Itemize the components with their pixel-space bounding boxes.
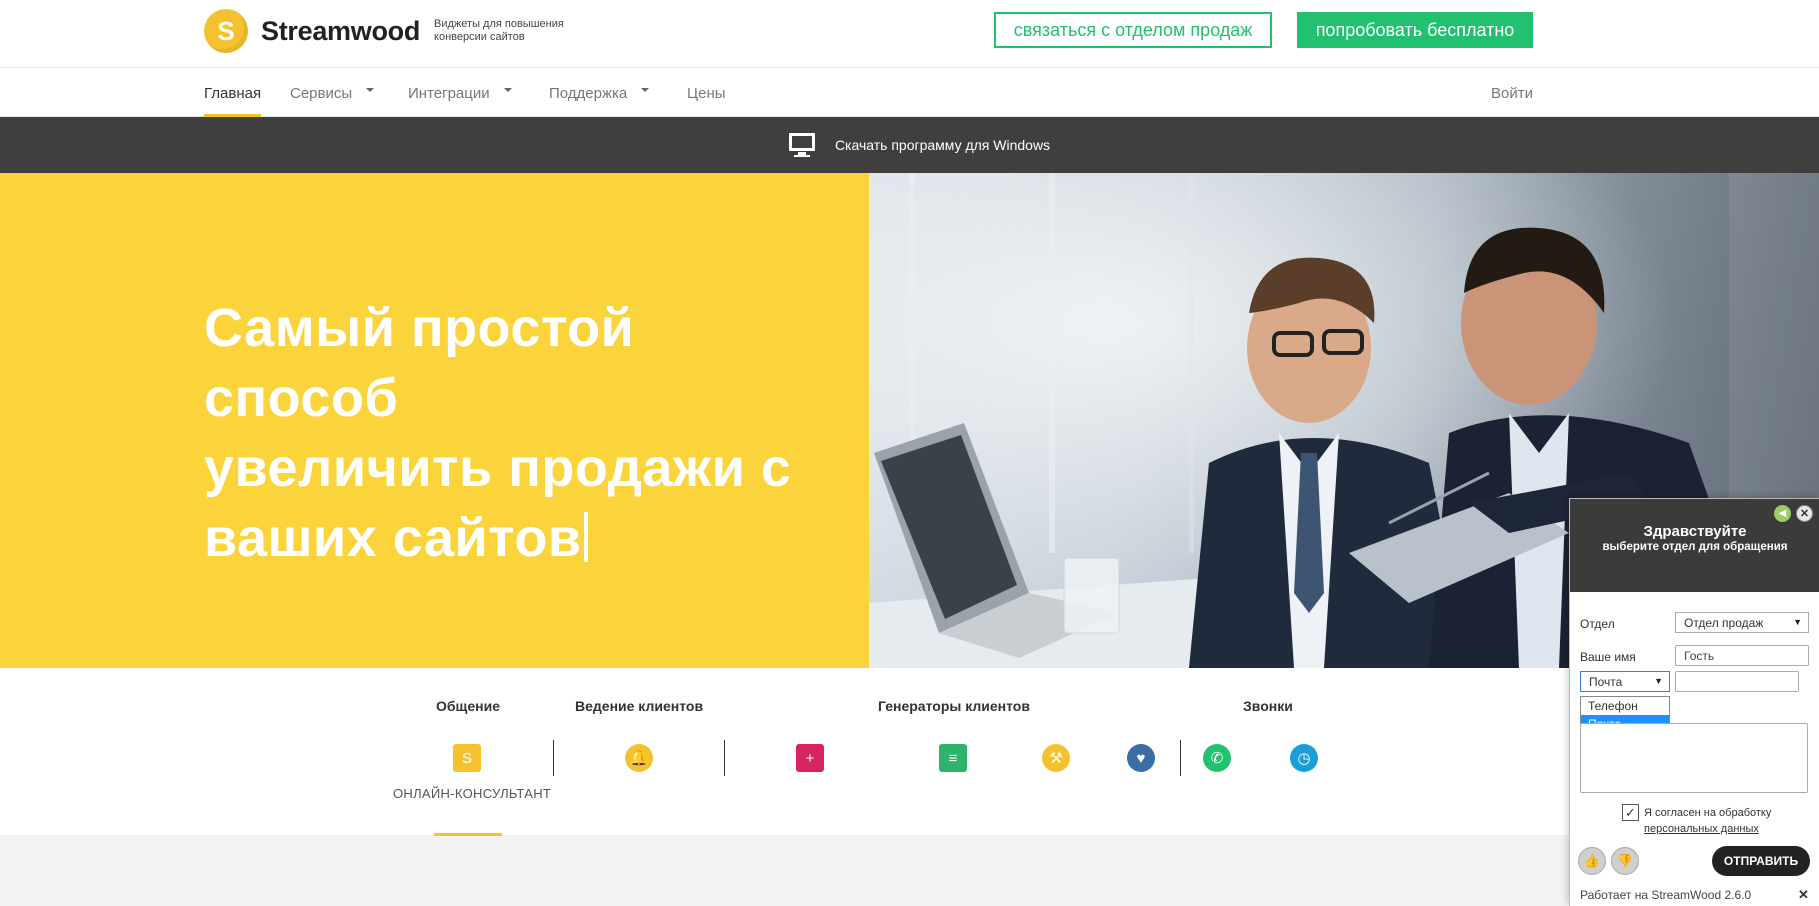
category-client-management[interactable]: Ведение клиентов <box>575 698 703 714</box>
dept-label: Отдел <box>1580 617 1615 631</box>
widget-footer: Работает на StreamWood 2.6.0 <box>1580 888 1752 902</box>
widget-header: Здравствуйте выберите отдел для обращени… <box>1570 499 1819 592</box>
divider <box>724 740 725 776</box>
send-button[interactable]: ОТПРАВИТЬ <box>1712 846 1810 876</box>
thumbs-up-icon[interactable]: 👍 <box>1578 847 1606 875</box>
contact-type-value: Почта <box>1589 674 1623 689</box>
brand-tagline: Виджеты для повышения конверсии сайтов <box>434 18 564 43</box>
dept-value: Отдел продаж <box>1684 615 1764 630</box>
nav-item-services[interactable]: Сервисы <box>290 69 375 117</box>
hero-title-line: ваших сайтов <box>204 508 582 568</box>
nav-label: Сервисы <box>290 84 353 102</box>
divider <box>1180 740 1181 776</box>
category-calls[interactable]: Звонки <box>1243 698 1293 714</box>
nav-label: Интеграции <box>408 84 490 102</box>
call-timer-icon[interactable]: ◷ <box>1290 744 1318 772</box>
hero-panel: Самый простой способ увеличить продажи с… <box>0 173 869 668</box>
caret-down-icon <box>366 88 375 92</box>
heart-icon[interactable]: ♥ <box>1127 744 1155 772</box>
chevron-down-icon: ▼ <box>1654 676 1663 686</box>
icon-glyph: ✆ <box>1210 750 1224 767</box>
consent-label: Я согласен на обработку <box>1644 807 1772 819</box>
close-icon[interactable]: ✕ <box>1798 887 1809 903</box>
feature-strip: Общение Ведение клиентов Генераторы клие… <box>0 668 1819 835</box>
name-value: Гость <box>1684 648 1715 663</box>
widget-title: Здравствуйте <box>1643 523 1747 540</box>
form-icon[interactable]: ≡ <box>939 744 967 772</box>
contact-input[interactable] <box>1675 671 1799 692</box>
chat-icon[interactable]: S <box>453 744 481 772</box>
download-bar: Скачать программу для Windows <box>0 117 1819 173</box>
typing-cursor <box>583 512 588 562</box>
close-icon[interactable]: ✕ <box>1796 505 1813 522</box>
thumbs-down-icon[interactable]: 👎 <box>1611 847 1639 875</box>
nav-item-integrations[interactable]: Интеграции <box>408 69 512 117</box>
bell-icon[interactable]: 🔔 <box>625 744 653 772</box>
name-label: Ваше имя <box>1580 650 1636 664</box>
logo[interactable]: S Streamwood Виджеты для повышения конве… <box>204 9 574 53</box>
icon-glyph: ⚒ <box>1049 750 1063 767</box>
consent-text: Я согласен на обработку персональных дан… <box>1644 805 1771 837</box>
icon-glyph: ◷ <box>1297 750 1311 767</box>
icon-glyph: ≡ <box>948 749 958 767</box>
widget-subtitle: выберите отдел для обращения <box>1602 541 1788 553</box>
sound-icon[interactable]: ◀ <box>1774 505 1791 522</box>
consent-checkbox[interactable]: ✓ <box>1622 804 1639 821</box>
active-feature-underline <box>434 833 502 836</box>
monitor-icon <box>788 133 815 157</box>
icon-glyph: 🔔 <box>629 750 649 767</box>
login-link[interactable]: Войти <box>1491 69 1533 117</box>
name-input[interactable]: Гость <box>1675 645 1809 666</box>
brand-name: Streamwood <box>261 15 421 46</box>
top-header: S Streamwood Виджеты для повышения конве… <box>0 0 1819 68</box>
category-communication[interactable]: Общение <box>436 698 500 714</box>
icon-glyph: + <box>805 749 815 767</box>
nav-item-support[interactable]: Поддержка <box>549 69 650 117</box>
option-phone[interactable]: Телефон <box>1581 697 1669 715</box>
chat-widget: Здравствуйте выберите отдел для обращени… <box>1569 498 1819 906</box>
nav-item-prices[interactable]: Цены <box>687 69 726 117</box>
personal-data-link[interactable]: персональных данных <box>1644 821 1771 837</box>
nav-item-home[interactable]: Главная <box>204 69 262 117</box>
message-textarea[interactable] <box>1580 723 1808 793</box>
caret-down-icon <box>503 88 512 92</box>
icon-glyph: S <box>461 749 472 767</box>
main-nav: Главная Сервисы Интеграции Поддержка Цен… <box>0 69 1819 117</box>
hero-title: Самый простой способ увеличить продажи с… <box>204 293 844 573</box>
add-client-icon[interactable]: + <box>796 744 824 772</box>
contact-sales-button[interactable]: связаться с отделом продаж <box>994 12 1272 48</box>
download-text: Скачать программу для Windows <box>834 137 1051 153</box>
chevron-down-icon: ▼ <box>1793 617 1802 627</box>
auction-icon[interactable]: ⚒ <box>1042 744 1070 772</box>
page: S Streamwood Виджеты для повышения конве… <box>0 0 1819 906</box>
callback-icon[interactable]: ✆ <box>1203 744 1231 772</box>
logo-badge: S <box>204 9 248 53</box>
icon-glyph: ♥ <box>1136 749 1146 767</box>
dept-select[interactable]: Отдел продаж ▼ <box>1675 612 1809 633</box>
active-feature-label: ОНЛАЙН-КОНСУЛЬТАНТ <box>393 786 552 801</box>
nav-label: Главная <box>204 84 262 102</box>
hero-title-line: Самый простой способ <box>204 298 635 428</box>
divider <box>553 740 554 776</box>
contact-type-select[interactable]: Почта ▼ <box>1580 671 1670 692</box>
download-windows-link[interactable]: Скачать программу для Windows <box>788 133 1051 157</box>
grey-band <box>0 835 1819 906</box>
caret-down-icon <box>641 88 650 92</box>
category-lead-generators[interactable]: Генераторы клиентов <box>878 698 1030 714</box>
nav-label: Цены <box>687 84 726 102</box>
try-free-button[interactable]: попробовать бесплатно <box>1297 12 1533 48</box>
hero-title-line: увеличить продажи с <box>204 438 792 498</box>
nav-label: Поддержка <box>549 84 628 102</box>
